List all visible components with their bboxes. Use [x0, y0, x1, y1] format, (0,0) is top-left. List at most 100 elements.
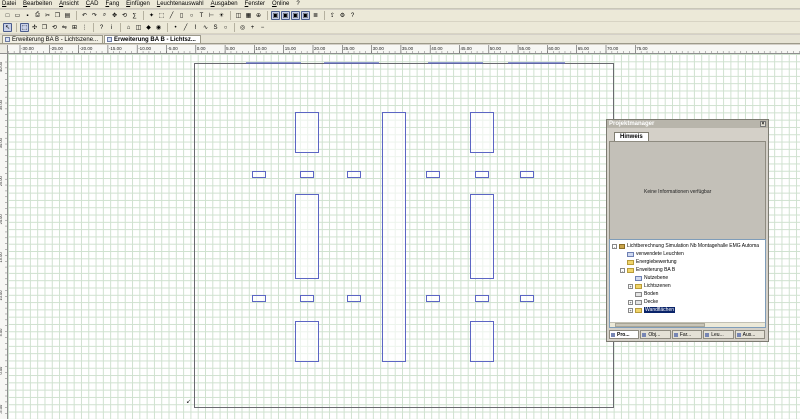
new-icon[interactable]: □ [3, 11, 12, 20]
view4-icon[interactable]: ▣ [301, 11, 310, 20]
luminaire[interactable] [382, 112, 406, 362]
copy-icon[interactable]: ❐ [53, 11, 62, 20]
copy-icon[interactable]: ❐ [40, 23, 49, 32]
help-icon[interactable]: ? [348, 11, 357, 20]
menu-item-online[interactable]: Online [272, 0, 289, 9]
luminaire[interactable] [347, 171, 361, 178]
calc-icon[interactable]: ∑ [130, 11, 139, 20]
light-icon[interactable]: ☀ [217, 11, 226, 20]
luminaire[interactable] [475, 171, 489, 178]
insert-luminaire-icon[interactable]: ◫ [134, 23, 143, 32]
pointer-icon[interactable]: ↖ [3, 23, 12, 32]
select-icon[interactable]: ⬚ [157, 11, 166, 20]
curve-icon[interactable]: ∿ [201, 23, 210, 32]
menu-item-datei[interactable]: Datei [2, 0, 16, 9]
luminaire[interactable] [252, 295, 266, 302]
project-manager-titlebar[interactable]: Projektmanager × [607, 120, 768, 128]
measure-icon[interactable]: ⊢ [207, 11, 216, 20]
expand-icon[interactable]: + [628, 307, 633, 313]
scrollbar-thumb[interactable] [615, 323, 705, 327]
project-manager-tab[interactable]: Obj... [640, 330, 671, 339]
tree-item[interactable]: verwendete Leuchten [612, 250, 765, 258]
project-manager-tab[interactable]: Leu... [703, 330, 734, 339]
zoom-out-icon[interactable]: − [258, 23, 267, 32]
luminaire[interactable] [470, 112, 494, 153]
luminaire[interactable] [470, 321, 494, 362]
tab-hinweis[interactable]: Hinweis [614, 132, 649, 141]
luminaire[interactable] [426, 171, 440, 178]
collapse-icon[interactable]: - [612, 243, 617, 249]
menu-item-fenster[interactable]: Fenster [245, 0, 265, 9]
pan-icon[interactable]: ✥ [110, 11, 119, 20]
project-tree[interactable]: - Lichtberechnung Simulation Nb Montageha… [609, 239, 766, 328]
menu-item--[interactable]: ? [296, 0, 299, 9]
move-icon[interactable]: ✣ [30, 23, 39, 32]
snap-icon[interactable]: ⊕ [254, 11, 263, 20]
menu-item-bearbeiten[interactable]: Bearbeiten [23, 0, 52, 9]
tree-item[interactable]: + Wandflächen [612, 306, 765, 314]
mirror-icon[interactable]: ⇋ [60, 23, 69, 32]
luminaire[interactable] [520, 171, 534, 178]
luminaire[interactable] [252, 171, 266, 178]
menu-item-ansicht[interactable]: Ansicht [59, 0, 79, 9]
project-manager-tab[interactable]: Pro... [609, 330, 640, 339]
line-icon[interactable]: ╱ [181, 23, 190, 32]
project-manager-tab[interactable]: Far... [671, 330, 703, 339]
tree-item[interactable]: - Lichtberechnung Simulation Nb Montageha… [612, 242, 765, 250]
collapse-icon[interactable]: - [620, 267, 625, 273]
close-icon[interactable]: × [760, 121, 766, 127]
insert-object-icon[interactable]: ◆ [144, 23, 153, 32]
view2-icon[interactable]: ▣ [281, 11, 290, 20]
export-icon[interactable]: ⇪ [328, 11, 337, 20]
luminaire[interactable] [347, 295, 361, 302]
camera-icon[interactable]: ◉ [154, 23, 163, 32]
expand-icon[interactable]: + [628, 299, 633, 305]
luminaire[interactable] [426, 295, 440, 302]
tree-item[interactable]: Boden [612, 290, 765, 298]
circle-icon[interactable]: ○ [187, 11, 196, 20]
rotate-icon[interactable]: ⟲ [120, 11, 129, 20]
info-icon[interactable]: i [107, 23, 116, 32]
luminaire[interactable] [295, 112, 319, 153]
save-icon[interactable]: ▪ [23, 11, 32, 20]
project-manager-tab[interactable]: Aus... [734, 330, 766, 339]
zoom-in-icon[interactable]: + [248, 23, 257, 32]
help-icon[interactable]: ? [97, 23, 106, 32]
tree-item[interactable]: + Decke [612, 298, 765, 306]
view3-icon[interactable]: ▣ [291, 11, 300, 20]
text-icon[interactable]: T [197, 11, 206, 20]
menu-item-einf-gen[interactable]: Einfügen [126, 0, 150, 9]
calc-point-icon[interactable]: • [171, 23, 180, 32]
tree-item[interactable]: Nutzebene [612, 274, 765, 282]
luminaire[interactable] [470, 194, 494, 279]
menu-item-cad[interactable]: CAD [86, 0, 99, 9]
tree-item[interactable]: + Lichtszenen [612, 282, 765, 290]
print-icon[interactable]: ⎙ [33, 11, 42, 20]
luminaire[interactable] [300, 171, 314, 178]
menu-item-ausgaben[interactable]: Ausgaben [211, 0, 238, 9]
zoom-icon[interactable]: ⌕ [100, 11, 109, 20]
paste-icon[interactable]: ▤ [63, 11, 72, 20]
luminaire[interactable] [295, 321, 319, 362]
settings-icon[interactable]: ⚙ [338, 11, 347, 20]
menu-item-leuchtenauswahl[interactable]: Leuchtenauswahl [157, 0, 204, 9]
layer-icon[interactable]: ≣ [311, 11, 320, 20]
document-tab[interactable]: Erweiterung BA B - Lichtsz... [104, 35, 201, 43]
grid-icon[interactable]: ▦ [244, 11, 253, 20]
view1-icon[interactable]: ▣ [271, 11, 280, 20]
menu-item-fang[interactable]: Fang [105, 0, 119, 9]
redo-icon[interactable]: ↷ [90, 11, 99, 20]
bulb-icon[interactable]: ◎ [238, 23, 247, 32]
insert-room-icon[interactable]: ⌂ [124, 23, 133, 32]
tree-item[interactable]: Energiebewertung [612, 258, 765, 266]
array-icon[interactable]: ⋮ [80, 23, 89, 32]
luminaire[interactable] [475, 295, 489, 302]
align-icon[interactable]: ⊞ [70, 23, 79, 32]
rect-icon[interactable]: ▯ [177, 11, 186, 20]
wizard-icon[interactable]: ✦ [147, 11, 156, 20]
tree-horizontal-scrollbar[interactable] [610, 322, 765, 327]
undo-icon[interactable]: ↶ [80, 11, 89, 20]
luminaire[interactable] [295, 194, 319, 279]
select-icon[interactable]: ⬚ [20, 23, 29, 32]
expand-icon[interactable]: + [628, 283, 633, 289]
